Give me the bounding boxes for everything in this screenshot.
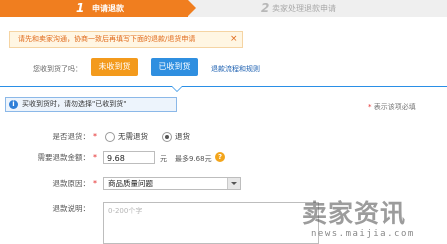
refund-desc-textarea[interactable]: 0-200个字 (103, 202, 319, 244)
refund-reason-label: 退款原因： (52, 179, 91, 188)
receipt-question-label: 您收到货了吗： (33, 65, 82, 73)
step-1-label: 申请退款 (92, 4, 124, 13)
step-bar: 1 申请退款 2 卖家处理退款申请 (0, 0, 447, 17)
info-text: 买收到货时，请勿选择"已收到货" (22, 100, 127, 108)
step-1: 1 申请退款 (0, 0, 188, 17)
step-2-label: 卖家处理退款申请 (272, 4, 336, 13)
watermark-title: 卖家资讯 (302, 199, 407, 228)
return-radio[interactable] (162, 132, 172, 142)
section-divider (0, 86, 447, 87)
refund-reason-select[interactable]: 商品质量问题 (103, 177, 241, 190)
close-icon[interactable]: × (230, 32, 238, 47)
refund-amount-input[interactable]: 9.68 (103, 151, 155, 164)
watermark-url: news.maijia.com (311, 229, 415, 239)
no-return-label: 无需退货 (118, 132, 148, 141)
chevron-down-icon[interactable] (227, 178, 240, 189)
step-1-arrow (188, 0, 196, 16)
help-icon[interactable]: ? (215, 152, 225, 162)
info-icon: i (9, 100, 18, 109)
info-banner: i 买收到货时，请勿选择"已收到货" (5, 97, 177, 112)
refund-rules-link[interactable]: 退款流程和规则 (211, 64, 260, 74)
no-return-radio[interactable] (105, 132, 115, 142)
refund-reason-star: * (93, 179, 97, 188)
return-goods-label: 是否退货： (52, 132, 91, 141)
required-note-text: 表示该项必填 (371, 103, 416, 111)
return-label: 退货 (175, 132, 190, 141)
max-amount-text: 最多9.68元 (175, 155, 212, 163)
not-received-button[interactable]: 未收到货 (91, 58, 138, 76)
watermark: 卖家资讯 news.maijia.com (302, 200, 445, 244)
negotiate-notice: 请先和卖家沟通，协商一致后再填写下面的退款/退货申请 × (9, 31, 243, 48)
amount-unit: 元 (160, 155, 167, 163)
refund-reason-value: 商品质量问题 (108, 179, 153, 188)
notice-text: 请先和卖家沟通，协商一致后再填写下面的退款/退货申请 (18, 35, 196, 43)
refund-desc-label: 退款说明： (52, 204, 91, 213)
required-note: * 表示该项必填 (368, 102, 416, 112)
refund-desc-placeholder: 0-200个字 (108, 207, 143, 215)
refund-amount-star: * (93, 153, 97, 162)
return-goods-star: * (93, 132, 97, 141)
step-1-number: 1 (76, 1, 85, 15)
step-2-number: 2 (261, 1, 270, 15)
refund-amount-label: 需要退款金额： (37, 153, 91, 162)
received-button[interactable]: 已收到货 (151, 58, 198, 76)
